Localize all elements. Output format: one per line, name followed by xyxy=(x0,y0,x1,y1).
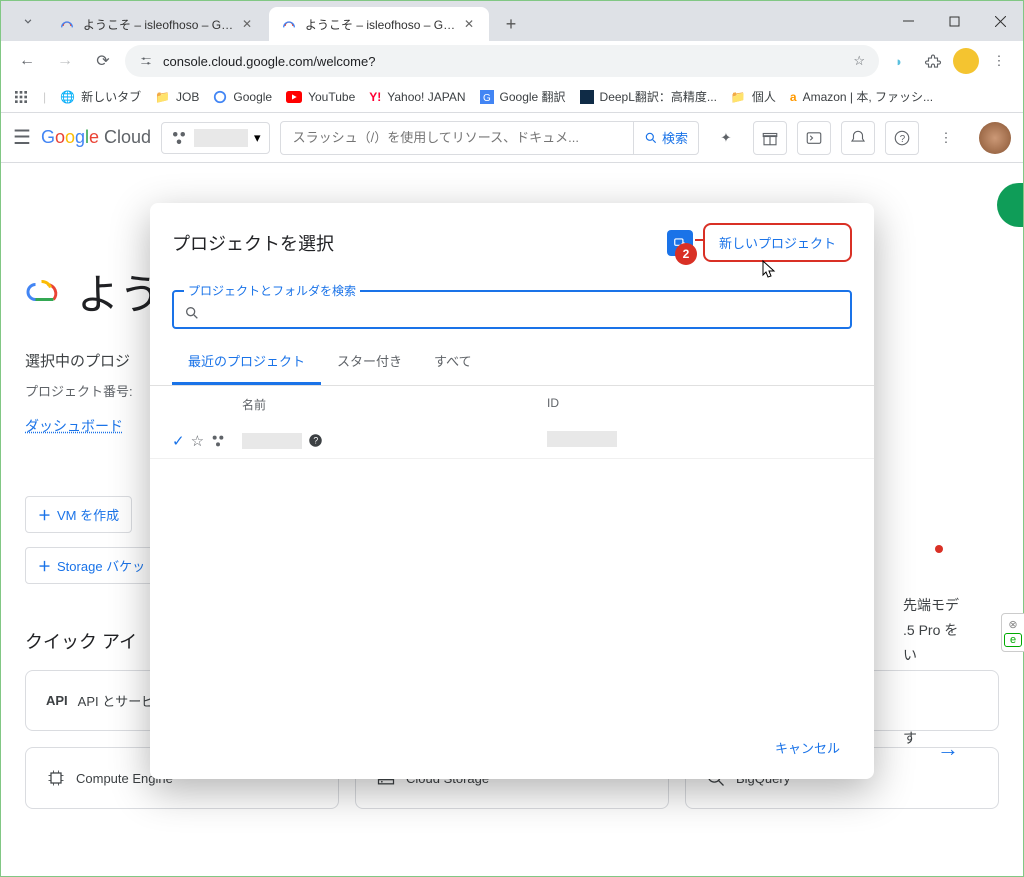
gemini-icon[interactable]: ✦ xyxy=(709,121,743,155)
create-storage-button[interactable]: ＋Storage バケッ xyxy=(25,547,158,584)
page-title: よう xyxy=(77,261,161,322)
bookmark-gtranslate[interactable]: GGoogle 翻訳 xyxy=(480,88,566,105)
col-id-header: ID xyxy=(547,396,852,413)
modal-title: プロジェクトを選択 xyxy=(172,230,667,256)
search-legend: プロジェクトとフォルダを検索 xyxy=(184,282,360,299)
gcp-favicon-icon xyxy=(281,16,297,32)
bookmark-newtab[interactable]: 🌐新しいタブ xyxy=(60,88,141,105)
project-name-redacted xyxy=(242,433,302,449)
new-project-button[interactable]: 新しいプロジェクト 2 xyxy=(703,223,852,262)
gcp-account-avatar[interactable] xyxy=(979,122,1011,154)
bookmark-star-icon[interactable]: ☆ xyxy=(853,53,865,69)
annotation-badge: 2 xyxy=(675,243,697,265)
bookmarks-bar: | 🌐新しいタブ 📁JOB Google YouTube Y!Yahoo! JA… xyxy=(1,81,1023,113)
cursor-icon xyxy=(761,259,779,281)
window-minimize-button[interactable] xyxy=(885,1,931,41)
more-menu-icon[interactable]: ⋮ xyxy=(929,121,963,155)
nav-forward-button[interactable]: → xyxy=(49,45,81,77)
help-icon[interactable]: ? xyxy=(885,121,919,155)
right-promo-panel: 先端モデ .5 Pro を い す → xyxy=(903,593,993,768)
browser-tab-inactive[interactable]: ようこそ – isleofhoso – Google Cl ✕ xyxy=(47,7,267,41)
gcp-cloud-icon xyxy=(25,274,61,310)
compute-engine-icon xyxy=(46,768,66,788)
cloud-shell-icon[interactable] xyxy=(797,121,831,155)
create-vm-button[interactable]: ＋VM を作成 xyxy=(25,496,132,533)
browser-menu-button[interactable]: ⋮ xyxy=(985,47,1013,75)
gcp-header: ☰ Google Cloud ▾ 検索 ✦ ? ⋮ xyxy=(1,113,1023,163)
browser-titlebar: ようこそ – isleofhoso – Google Cl ✕ ようこそ – i… xyxy=(1,1,1023,41)
gcp-logo[interactable]: Google Cloud xyxy=(41,127,151,148)
svg-text:?: ? xyxy=(313,436,318,446)
bookmark-youtube[interactable]: YouTube xyxy=(286,90,355,104)
search-icon xyxy=(184,305,200,321)
chevron-down-icon xyxy=(21,14,35,28)
omnibox[interactable]: console.cloud.google.com/welcome? ☆ xyxy=(125,45,879,77)
bookmark-amazon[interactable]: aAmazon | 本, ファッシ... xyxy=(790,88,933,105)
modal-overlay: プロジェクトを選択 新しいプロジェクト 2 プロジェクトとフォルダを検索 xyxy=(1,163,1023,876)
svg-text:G: G xyxy=(483,93,491,104)
project-icon xyxy=(170,129,188,147)
star-icon[interactable]: ☆ xyxy=(191,432,204,450)
help-icon[interactable]: ? xyxy=(308,433,323,448)
cancel-button[interactable]: キャンセル xyxy=(763,730,852,765)
arrow-right-icon[interactable]: → xyxy=(937,729,959,769)
window-maximize-button[interactable] xyxy=(931,1,977,41)
apps-icon[interactable] xyxy=(13,89,29,105)
bookmark-google[interactable]: Google xyxy=(213,90,272,104)
site-controls-icon xyxy=(139,54,153,68)
project-selector-button[interactable]: ▾ xyxy=(161,122,270,154)
modal-search-input[interactable] xyxy=(208,305,840,321)
tab-recent[interactable]: 最近のプロジェクト xyxy=(172,339,321,385)
dashboard-link[interactable]: ダッシュボード xyxy=(25,418,123,434)
tab-close-button[interactable]: ✕ xyxy=(239,16,255,32)
modal-search-field[interactable]: プロジェクトとフォルダを検索 xyxy=(172,282,852,329)
new-tab-button[interactable]: + xyxy=(497,10,525,38)
col-name-header: 名前 xyxy=(172,396,547,413)
tab-starred[interactable]: スター付き xyxy=(321,339,418,385)
nav-back-button[interactable]: ← xyxy=(11,45,43,77)
tab-all[interactable]: すべて xyxy=(418,339,488,385)
project-id-redacted xyxy=(547,431,617,447)
browser-toolbar: ← → ⟳ console.cloud.google.com/welcome? … xyxy=(1,41,1023,81)
tab-title: ようこそ – isleofhoso – Google Cl xyxy=(305,16,461,33)
modal-tabs: 最近のプロジェクト スター付き すべて xyxy=(150,339,874,386)
gcp-search-submit[interactable]: 検索 xyxy=(633,122,698,154)
project-list-row[interactable]: ✓ ☆ ? xyxy=(150,423,874,459)
bookmark-deepl[interactable]: DeepL翻訳：高精度... xyxy=(580,88,717,105)
notifications-icon[interactable] xyxy=(841,121,875,155)
dolphin-extension-icon[interactable]: ◗ xyxy=(885,47,913,75)
search-icon xyxy=(644,131,658,145)
window-close-button[interactable] xyxy=(977,1,1023,41)
bookmark-yahoo[interactable]: Y!Yahoo! JAPAN xyxy=(369,90,465,104)
tab-search-button[interactable] xyxy=(13,6,43,36)
list-header: 名前 ID xyxy=(150,386,874,423)
bookmark-folder-personal[interactable]: 📁個人 xyxy=(731,88,776,105)
browser-tab-active[interactable]: ようこそ – isleofhoso – Google Cl ✕ xyxy=(269,7,489,41)
project-icon xyxy=(210,433,226,449)
gcp-search-input[interactable] xyxy=(281,130,633,145)
tab-title: ようこそ – isleofhoso – Google Cl xyxy=(83,16,239,33)
browser-profile-avatar[interactable] xyxy=(953,48,979,74)
svg-text:?: ? xyxy=(900,133,906,144)
gcp-nav-menu-button[interactable]: ☰ xyxy=(13,125,31,150)
chevron-down-icon: ▾ xyxy=(254,130,261,146)
nav-reload-button[interactable]: ⟳ xyxy=(87,45,119,77)
gcp-search-bar[interactable]: 検索 xyxy=(280,121,699,155)
check-icon: ✓ xyxy=(172,432,185,450)
bookmark-folder-job[interactable]: 📁JOB xyxy=(155,90,199,104)
tab-close-button[interactable]: ✕ xyxy=(461,16,477,32)
url-text: console.cloud.google.com/welcome? xyxy=(163,54,843,69)
project-name-redacted xyxy=(194,129,248,147)
project-picker-modal: プロジェクトを選択 新しいプロジェクト 2 プロジェクトとフォルダを検索 xyxy=(150,203,874,779)
extensions-icon[interactable] xyxy=(919,47,947,75)
gcp-favicon-icon xyxy=(59,16,75,32)
side-extension-badge[interactable]: ⊗ e xyxy=(1001,613,1024,652)
gift-icon[interactable] xyxy=(753,121,787,155)
